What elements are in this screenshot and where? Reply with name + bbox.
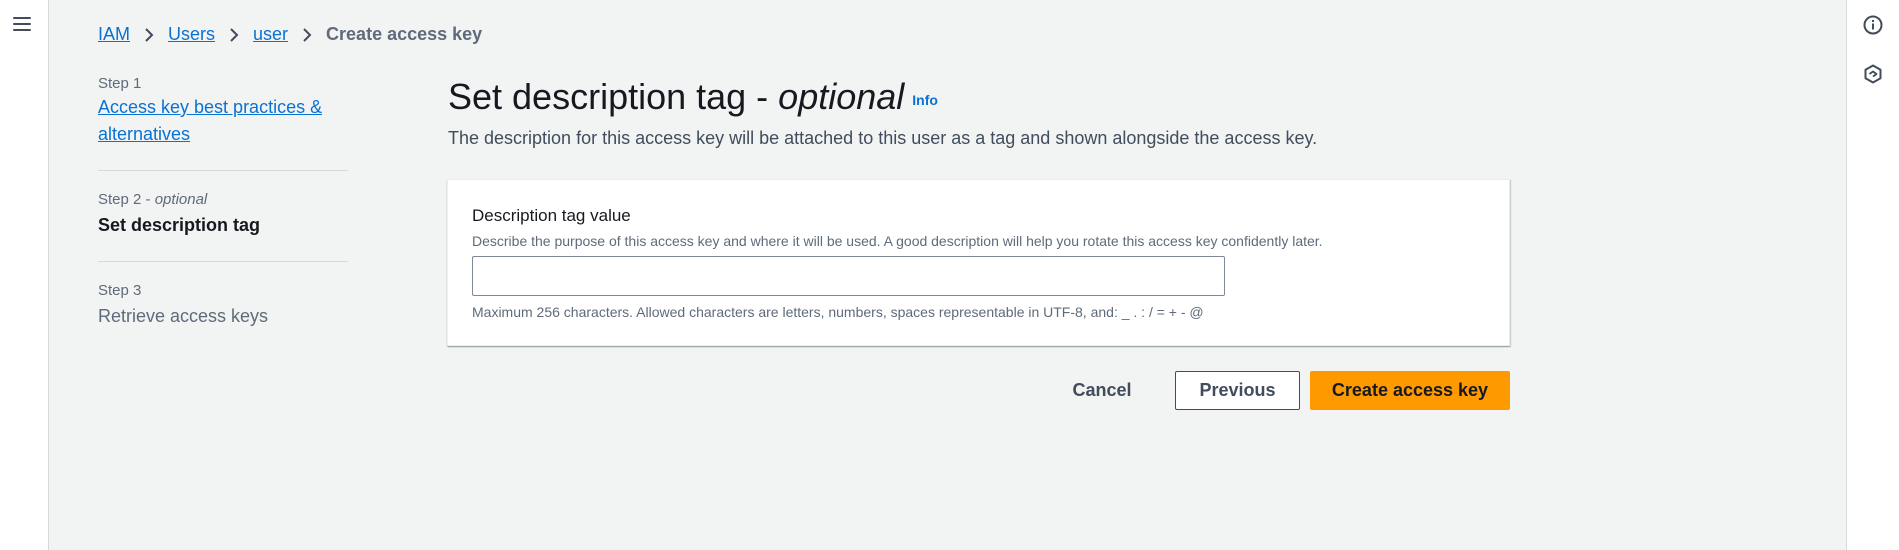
page-title-text: Set description tag -: [448, 76, 779, 117]
breadcrumb-user[interactable]: user: [253, 24, 288, 45]
field-description: Describe the purpose of this access key …: [472, 233, 1323, 249]
page-title-optional: optional: [778, 76, 905, 117]
step-1-link-continued[interactable]: alternatives: [98, 124, 190, 144]
form-actions: Cancel Previous Create access key: [447, 371, 1510, 410]
step-3-title: Retrieve access keys: [98, 306, 269, 326]
wizard-step-2: Step 2 - optional Set description tag: [98, 191, 348, 239]
chevron-right-icon: [144, 27, 154, 43]
right-tools-rail: [1846, 0, 1899, 550]
page-description: The description for this access key will…: [448, 128, 1318, 148]
feedback-icon[interactable]: [1862, 63, 1884, 85]
breadcrumb-users[interactable]: Users: [168, 24, 215, 45]
breadcrumb-current: Create access key: [326, 24, 483, 44]
previous-button[interactable]: Previous: [1175, 371, 1300, 410]
breadcrumb-iam[interactable]: IAM: [98, 24, 130, 45]
info-circle-icon[interactable]: [1862, 14, 1884, 36]
field-constraint-text: Maximum 256 characters. Allowed characte…: [472, 304, 1204, 320]
step-2-optional: optional: [154, 191, 208, 208]
create-access-key-button[interactable]: Create access key: [1310, 371, 1510, 410]
step-1-link[interactable]: Access key best practices &: [98, 97, 322, 117]
step-divider: [98, 170, 348, 171]
wizard-step-1: Step 1 Access key best practices & alter…: [98, 75, 348, 148]
breadcrumb: IAM Users user Create access key: [98, 24, 482, 45]
step-label: Step 2 - optional: [98, 191, 208, 208]
description-tag-input[interactable]: [472, 256, 1225, 296]
wizard-step-3: Step 3 Retrieve access keys: [98, 282, 348, 330]
step-label: Step 1: [98, 75, 142, 92]
wizard-steps: Step 1 Access key best practices & alter…: [98, 75, 348, 330]
field-label: Description tag value: [472, 206, 631, 225]
left-navigation-rail: [0, 0, 49, 550]
hamburger-menu-icon[interactable]: [13, 16, 31, 32]
info-link[interactable]: Info: [912, 92, 938, 108]
step-divider: [98, 261, 348, 262]
step-label: Step 3: [98, 282, 142, 299]
page-title: Set description tag - optional Info: [448, 76, 938, 118]
step-2-label: Step 2: [98, 191, 142, 208]
description-tag-container: Description tag value Describe the purpo…: [447, 179, 1510, 346]
cancel-button[interactable]: Cancel: [1062, 371, 1142, 410]
step-2-title: Set description tag: [98, 215, 261, 235]
chevron-right-icon: [229, 27, 239, 43]
chevron-right-icon: [302, 27, 312, 43]
